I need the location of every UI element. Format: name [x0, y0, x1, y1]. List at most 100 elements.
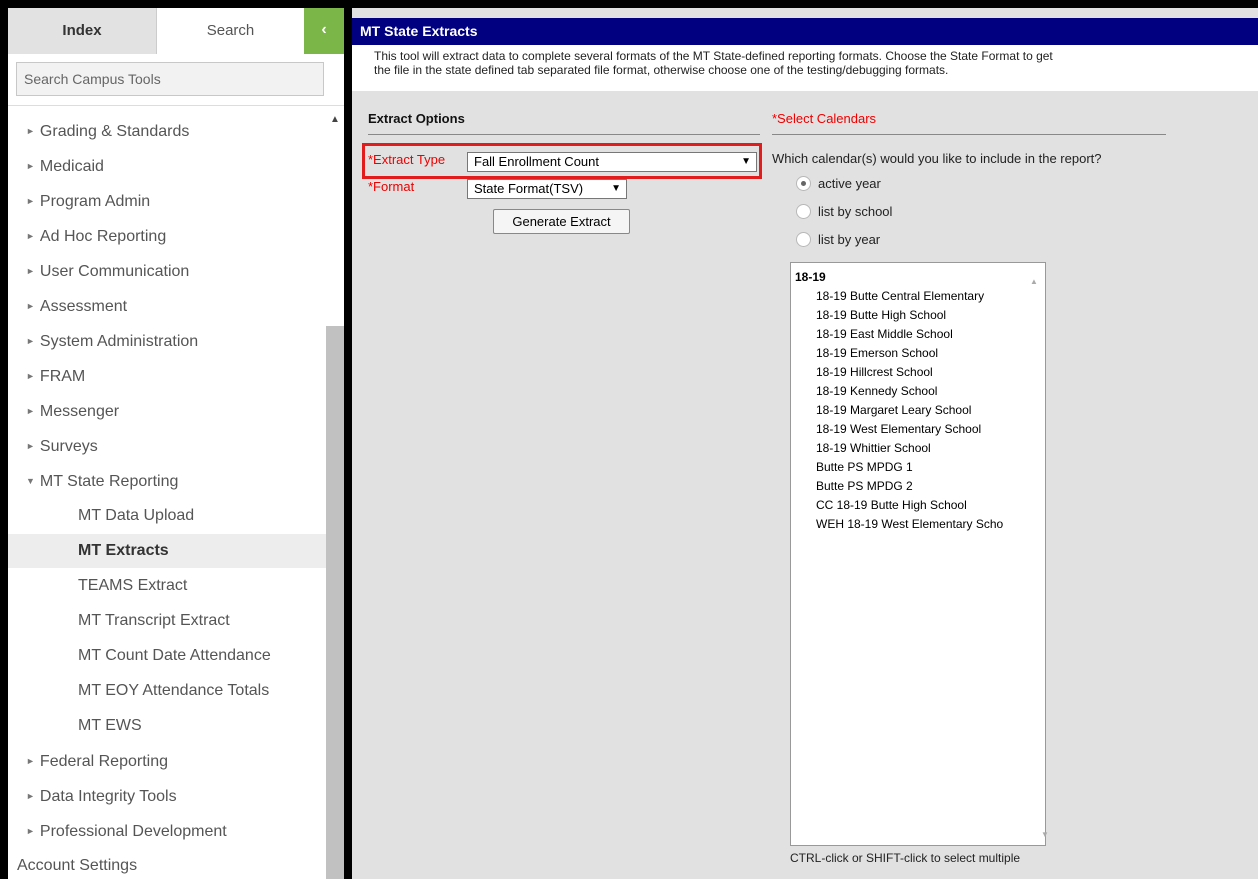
chevron-right-icon: ►: [26, 266, 35, 276]
sidebar-item-program-admin[interactable]: ► Program Admin: [8, 184, 326, 218]
extract-type-value: Fall Enrollment Count: [474, 154, 599, 169]
sidebar-item-label: FRAM: [39, 368, 86, 385]
collapse-sidebar-button[interactable]: ‹: [304, 8, 344, 54]
list-item[interactable]: 18-19 Whittier School: [816, 439, 931, 458]
list-item[interactable]: 18-19 Butte Central Elementary: [816, 287, 984, 306]
chevron-right-icon: ►: [26, 791, 35, 801]
sidebar-item-mt-eoy-attendance-totals[interactable]: MT EOY Attendance Totals: [8, 674, 326, 708]
chevron-right-icon: ►: [26, 301, 35, 311]
dropdown-caret-icon: ▼: [741, 156, 751, 167]
chevron-right-icon: ►: [26, 336, 35, 346]
sidebar-item-label: Federal Reporting: [39, 753, 168, 770]
list-item[interactable]: 18-19 Kennedy School: [816, 382, 937, 401]
sidebar-item-account-settings[interactable]: Account Settings: [8, 849, 326, 879]
list-item[interactable]: 18-19 Margaret Leary School: [816, 401, 971, 420]
main-panel: MT State Extracts This tool will extract…: [352, 8, 1258, 879]
list-item[interactable]: 18-19 Hillcrest School: [816, 363, 933, 382]
radio-button[interactable]: [796, 176, 811, 191]
sidebar-item-label: System Administration: [39, 333, 199, 350]
sidebar-item-data-integrity-tools[interactable]: ► Data Integrity Tools: [8, 779, 326, 813]
format-select[interactable]: State Format(TSV) ▼: [467, 179, 627, 199]
sidebar-item-label: Data Integrity Tools: [39, 788, 177, 805]
sidebar-item-label: Assessment: [39, 298, 128, 315]
calendar-list[interactable]: 18-19 18-19 Butte Central Elementary 18-…: [790, 262, 1046, 846]
extract-options-header: Extract Options: [368, 111, 465, 126]
list-item[interactable]: Butte PS MPDG 1: [816, 458, 913, 477]
tab-index[interactable]: Index: [8, 8, 156, 54]
sidebar-item-label: Messenger: [39, 403, 120, 420]
list-item[interactable]: 18-19 Emerson School: [816, 344, 938, 363]
chevron-right-icon: ►: [26, 196, 35, 206]
sidebar-item-messenger[interactable]: ► Messenger: [8, 394, 326, 428]
scroll-up-icon[interactable]: ▲: [326, 114, 344, 130]
extract-type-label: *Extract Type: [368, 152, 446, 167]
sidebar-item-fram[interactable]: ► FRAM: [8, 359, 326, 393]
sidebar-item-mt-extracts[interactable]: MT Extracts: [8, 534, 326, 568]
description-line: This tool will extract data to complete …: [374, 49, 1053, 63]
sidebar-item-label: Grading & Standards: [39, 123, 190, 140]
sidebar-item-mt-state-reporting[interactable]: ▼ MT State Reporting: [8, 464, 326, 498]
list-item[interactable]: CC 18-19 Butte High School: [816, 496, 967, 515]
generate-extract-button[interactable]: Generate Extract: [493, 209, 630, 234]
sidebar-item-system-administration[interactable]: ► System Administration: [8, 324, 326, 358]
sidebar-item-mt-count-date-attendance[interactable]: MT Count Date Attendance: [8, 639, 326, 673]
search-input[interactable]: Search Campus Tools: [16, 62, 324, 96]
sidebar-item-assessment[interactable]: ► Assessment: [8, 289, 326, 323]
chevron-down-icon: ▼: [26, 476, 35, 486]
tool-description: This tool will extract data to complete …: [352, 45, 1258, 91]
sidebar-item-label: Program Admin: [39, 193, 151, 210]
chevron-right-icon: ►: [26, 231, 35, 241]
chevron-right-icon: ►: [26, 371, 35, 381]
sidebar-item-label: MT State Reporting: [39, 473, 179, 490]
sidebar-item-ad-hoc-reporting[interactable]: ► Ad Hoc Reporting: [8, 219, 326, 253]
radio-label: active year: [818, 176, 881, 191]
scroll-down-icon[interactable]: ▼: [1038, 830, 1052, 844]
divider: [8, 105, 344, 106]
description-line: the file in the state defined tab separa…: [374, 63, 949, 77]
list-item[interactable]: WEH 18-19 West Elementary Scho: [816, 515, 1003, 534]
chevron-right-icon: ►: [26, 161, 35, 171]
list-item[interactable]: 18-19 West Elementary School: [816, 420, 981, 439]
sidebar-tabs: Index Search ‹: [8, 8, 344, 54]
list-hint: CTRL-click or SHIFT-click to select mult…: [790, 851, 1021, 865]
calendar-question: Which calendar(s) would you like to incl…: [772, 151, 1102, 166]
tab-search[interactable]: Search: [156, 8, 304, 54]
sidebar-item-mt-data-upload[interactable]: MT Data Upload: [8, 499, 326, 533]
divider: [368, 134, 760, 135]
list-item[interactable]: 18-19: [795, 268, 826, 287]
sidebar-item-label: Ad Hoc Reporting: [39, 228, 167, 245]
sidebar-item-mt-ews[interactable]: MT EWS: [8, 709, 326, 743]
sidebar-scrollbar-thumb[interactable]: [326, 326, 344, 879]
sidebar-item-federal-reporting[interactable]: ► Federal Reporting: [8, 744, 326, 778]
divider: [772, 134, 1166, 135]
sidebar: Index Search ‹ Search Campus Tools ► Grad…: [8, 8, 344, 879]
chevron-left-icon: ‹: [321, 21, 327, 38]
radio-label: list by year: [818, 232, 881, 247]
sidebar-item-medicaid[interactable]: ► Medicaid: [8, 149, 326, 183]
scroll-up-icon[interactable]: ▲: [1027, 277, 1041, 291]
list-item[interactable]: 18-19 Butte High School: [816, 306, 946, 325]
chevron-right-icon: ►: [26, 826, 35, 836]
sidebar-item-professional-development[interactable]: ► Professional Development: [8, 814, 326, 848]
sidebar-item-label: Surveys: [39, 438, 98, 455]
select-calendars-header: *Select Calendars: [772, 111, 877, 126]
list-item[interactable]: 18-19 East Middle School: [816, 325, 953, 344]
extract-type-select[interactable]: Fall Enrollment Count ▼: [467, 152, 757, 172]
list-item[interactable]: Butte PS MPDG 2: [816, 477, 913, 496]
format-label: *Format: [368, 179, 415, 194]
sidebar-item-user-communication[interactable]: ► User Communication: [8, 254, 326, 288]
sidebar-item-mt-transcript-extract[interactable]: MT Transcript Extract: [8, 604, 326, 638]
radio-label: list by school: [818, 204, 893, 219]
chevron-right-icon: ►: [26, 756, 35, 766]
sidebar-item-label: Medicaid: [39, 158, 104, 175]
sidebar-item-teams-extract[interactable]: TEAMS Extract: [8, 569, 326, 603]
chevron-right-icon: ►: [26, 406, 35, 416]
sidebar-item-label: User Communication: [39, 263, 190, 280]
sidebar-item-label: Professional Development: [39, 823, 227, 840]
radio-button[interactable]: [796, 232, 811, 247]
chevron-right-icon: ►: [26, 441, 35, 451]
sidebar-item-grading-standards[interactable]: ► Grading & Standards: [8, 114, 326, 148]
dropdown-caret-icon: ▼: [611, 183, 621, 194]
sidebar-item-surveys[interactable]: ► Surveys: [8, 429, 326, 463]
radio-button[interactable]: [796, 204, 811, 219]
